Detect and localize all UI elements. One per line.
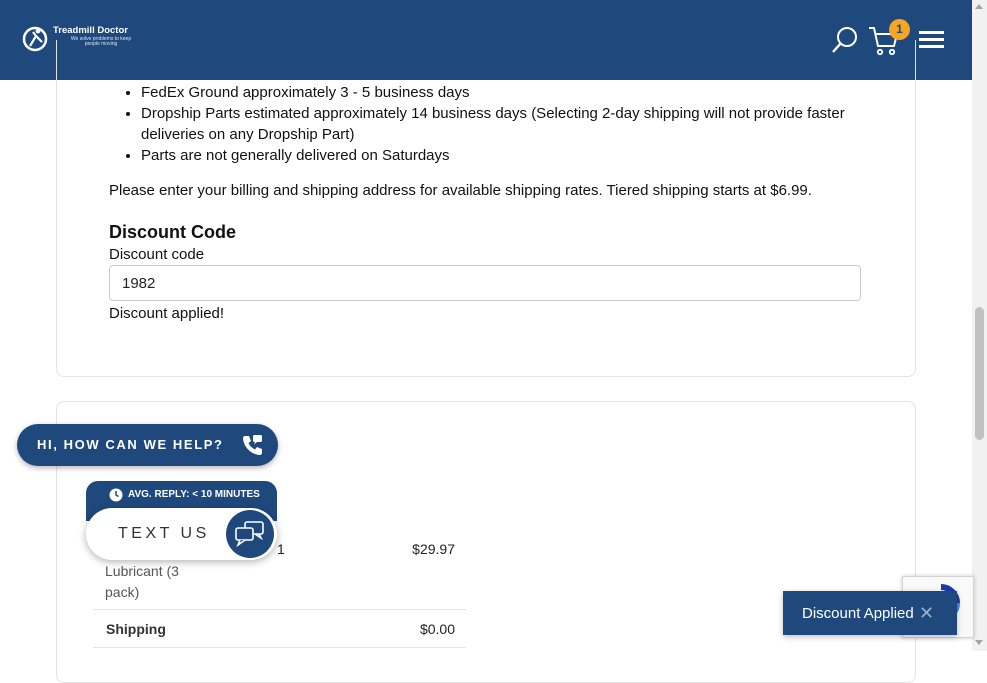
scrollbar-thumb[interactable] bbox=[975, 307, 984, 440]
close-icon[interactable]: ✕ bbox=[919, 603, 934, 624]
toast-message: Discount Applied bbox=[802, 605, 914, 622]
order-shipping-label: Shipping bbox=[106, 621, 166, 637]
discount-code-input[interactable] bbox=[109, 265, 861, 301]
order-item-name: Lubricant (3 pack) bbox=[105, 563, 179, 600]
shipping-info-item: Parts are not generally delivered on Sat… bbox=[141, 145, 881, 166]
cart-count-badge: 1 bbox=[889, 19, 910, 40]
help-chat-label: HI, HOW CAN WE HELP? bbox=[37, 437, 224, 452]
text-us-label: TEXT US bbox=[118, 525, 210, 542]
chat-bubbles-icon bbox=[235, 521, 264, 547]
billing-note: Please enter your billing and shipping a… bbox=[109, 182, 812, 199]
order-row-divider bbox=[93, 609, 466, 610]
discount-status-text: Discount applied! bbox=[109, 305, 225, 322]
phone-chat-icon bbox=[243, 435, 262, 455]
discount-code-label: Discount code bbox=[109, 246, 205, 263]
scroll-up-icon[interactable] bbox=[975, 4, 983, 9]
discount-code-heading: Discount Code bbox=[109, 222, 237, 242]
text-us-button[interactable]: TEXT US bbox=[86, 508, 277, 560]
chat-bubble-button[interactable] bbox=[226, 510, 274, 558]
clock-icon bbox=[109, 488, 123, 502]
order-item-price: $29.97 bbox=[412, 541, 455, 557]
order-item-quantity: 1 bbox=[277, 541, 285, 557]
logo-text: Treadmill Doctor bbox=[53, 25, 128, 36]
avg-reply-text: AVG. REPLY: < 10 MINUTES bbox=[128, 489, 260, 500]
shipping-info-item: Dropship Parts estimated approximately 1… bbox=[141, 103, 881, 145]
discount-applied-toast: Discount Applied ✕ bbox=[783, 591, 957, 635]
order-row-divider bbox=[93, 647, 466, 648]
scroll-down-icon[interactable] bbox=[975, 640, 983, 645]
shipping-info-item: FedEx Ground approximately 3 - 5 busines… bbox=[141, 82, 881, 103]
shipping-info-list: FedEx Ground approximately 3 - 5 busines… bbox=[109, 82, 881, 166]
order-shipping-value: $0.00 bbox=[419, 621, 455, 637]
help-chat-button[interactable]: HI, HOW CAN WE HELP? bbox=[17, 424, 278, 466]
logo-icon bbox=[22, 26, 48, 52]
hamburger-menu-icon[interactable] bbox=[919, 30, 945, 50]
